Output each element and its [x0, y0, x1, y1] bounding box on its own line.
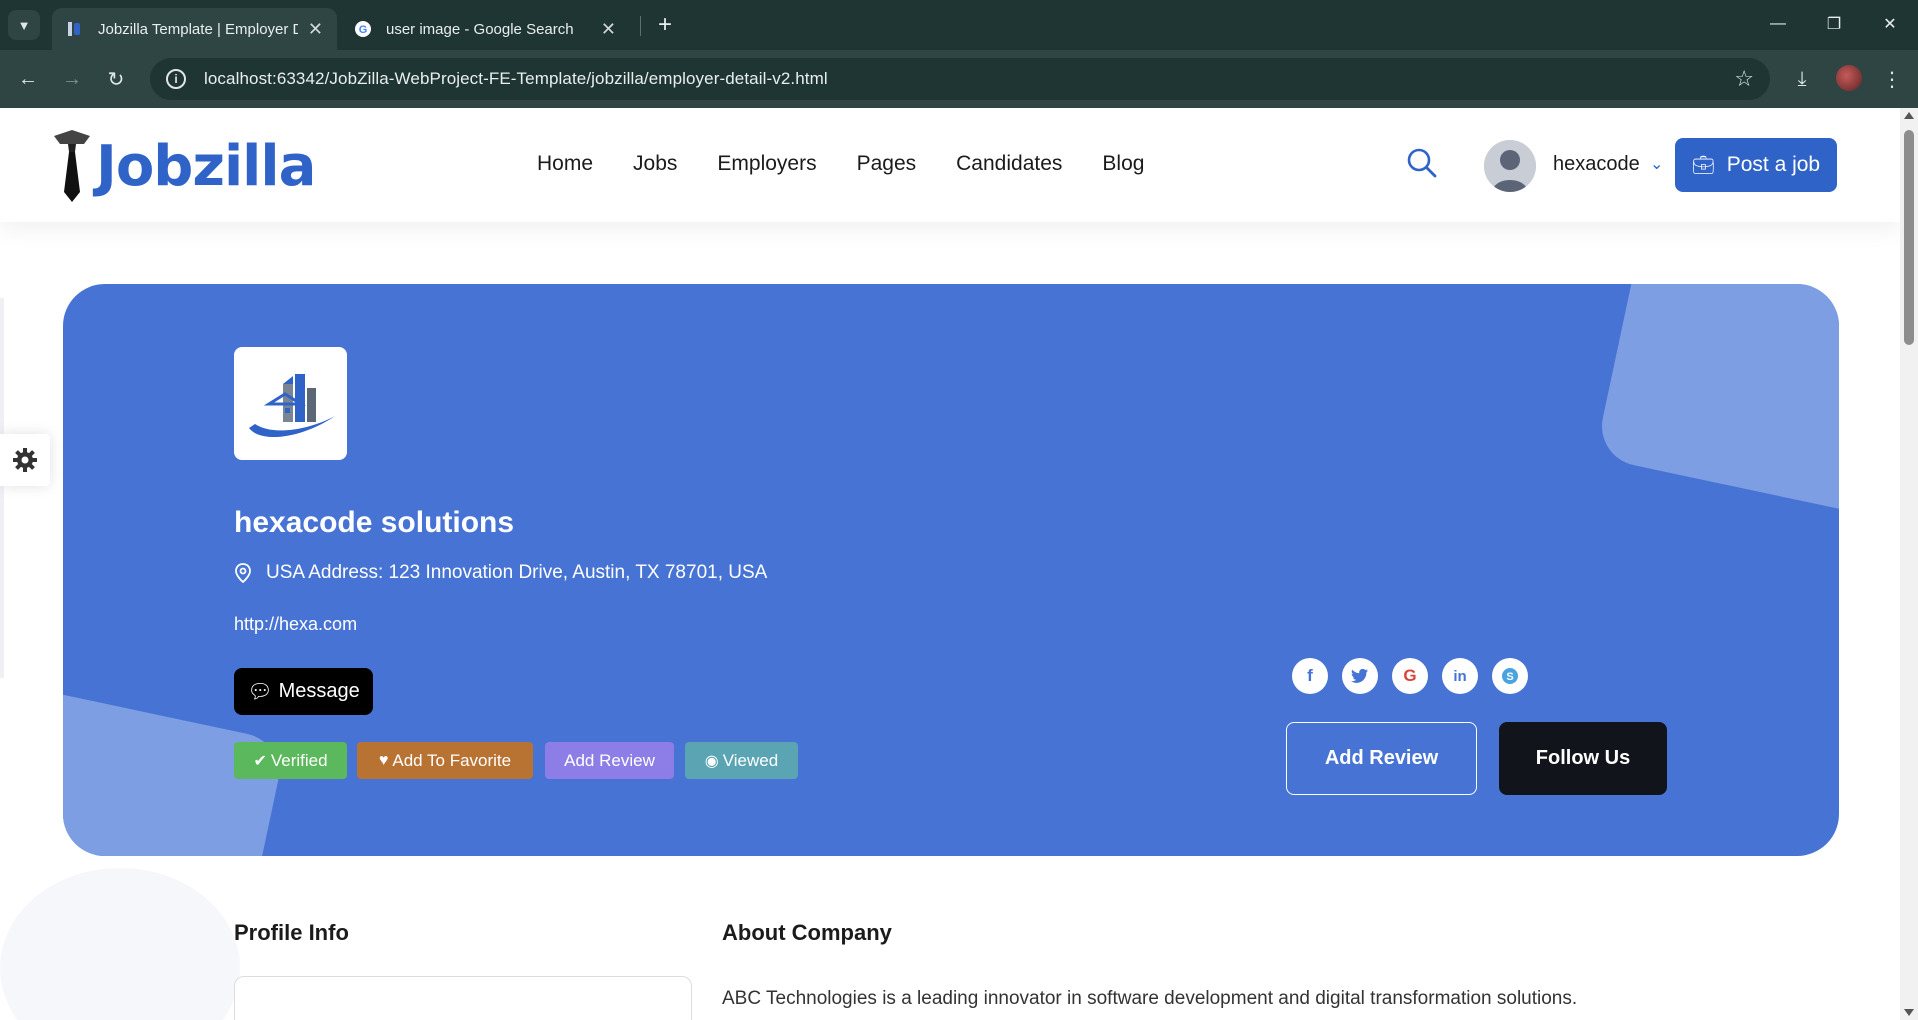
viewed-badge[interactable]: ◉ Viewed: [685, 742, 798, 779]
tab-title: user image - Google Search: [386, 20, 574, 38]
scroll-up-arrow-icon[interactable]: [1904, 112, 1914, 119]
minimize-button[interactable]: —: [1758, 8, 1798, 40]
background-blob: [0, 868, 240, 1020]
decorative-shape: [1594, 284, 1839, 526]
post-job-button[interactable]: 💼︎ Post a job: [1675, 138, 1837, 192]
close-window-button[interactable]: ✕: [1870, 8, 1910, 40]
user-name[interactable]: hexacode: [1553, 153, 1640, 176]
twitter-icon[interactable]: [1342, 658, 1378, 694]
search-icon[interactable]: [1405, 146, 1439, 180]
chevron-down-icon[interactable]: ⌄: [1650, 154, 1663, 174]
browser-profile-avatar[interactable]: [1836, 65, 1862, 91]
company-website-link[interactable]: http://hexa.com: [234, 614, 357, 635]
browser-tab-strip: ▼ Jobzilla Template | Employer De ✕ G us…: [0, 0, 1918, 50]
browser-toolbar: ← → ↻ i localhost:63342/JobZilla-WebProj…: [0, 50, 1918, 108]
site-info-icon[interactable]: i: [166, 69, 186, 89]
restore-button[interactable]: ❐: [1814, 8, 1854, 40]
company-logo: [234, 347, 347, 460]
gear-icon: [13, 448, 37, 472]
company-address: USA Address: 123 Innovation Drive, Austi…: [234, 562, 767, 584]
message-label: Message: [278, 680, 360, 702]
avatar[interactable]: [1484, 140, 1536, 192]
download-icon[interactable]: ⤓: [1786, 63, 1818, 95]
forward-button[interactable]: →: [56, 63, 88, 95]
back-button[interactable]: ←: [12, 63, 44, 95]
check-icon: ✔: [253, 752, 267, 770]
employer-hero-banner: hexacode solutions USA Address: 123 Inno…: [63, 284, 1839, 856]
bookmark-star-icon[interactable]: ☆: [1734, 66, 1754, 92]
verified-badge[interactable]: ✔ Verified: [234, 742, 347, 779]
reload-button[interactable]: ↻: [100, 63, 132, 95]
profile-info-card: [234, 976, 692, 1020]
add-to-favorite-button[interactable]: ♥ Add To Favorite: [357, 742, 533, 779]
add-review-badge-button[interactable]: Add Review: [545, 742, 674, 779]
nav-candidates[interactable]: Candidates: [956, 152, 1062, 176]
address-bar[interactable]: i localhost:63342/JobZilla-WebProject-FE…: [150, 58, 1770, 100]
left-edge-strip: [0, 298, 4, 678]
tab-jobzilla[interactable]: Jobzilla Template | Employer De ✕: [52, 8, 337, 50]
favorite-label: Add To Favorite: [392, 750, 512, 770]
scroll-down-arrow-icon[interactable]: [1904, 1009, 1914, 1016]
follow-us-button[interactable]: Follow Us: [1499, 722, 1667, 795]
scrollbar-thumb[interactable]: [1904, 130, 1914, 345]
post-job-label: Post a job: [1726, 153, 1821, 176]
profile-info-title: Profile Info: [234, 920, 349, 945]
chat-bubble-icon: 💬︎: [247, 681, 273, 703]
tab-search-button[interactable]: ▼: [8, 10, 40, 40]
google-g-icon: G: [355, 21, 371, 37]
skype-logo-icon: S: [1502, 668, 1518, 684]
svg-text:S: S: [1506, 671, 1513, 683]
building-logo-icon: [248, 373, 335, 437]
new-tab-button[interactable]: +: [650, 10, 680, 40]
linkedin-icon[interactable]: in: [1442, 658, 1478, 694]
about-company-title: About Company: [722, 920, 892, 945]
nav-employers[interactable]: Employers: [717, 152, 816, 176]
skype-icon[interactable]: S: [1492, 658, 1528, 694]
briefcase-icon: 💼︎: [1691, 154, 1715, 175]
main-navigation: Home Jobs Employers Pages Candidates Blo…: [537, 152, 1184, 176]
message-button[interactable]: 💬︎ Message: [234, 668, 373, 715]
close-tab-icon[interactable]: ✕: [308, 19, 323, 40]
user-silhouette-icon: [1484, 140, 1536, 192]
google-icon[interactable]: G: [1392, 658, 1428, 694]
nav-pages[interactable]: Pages: [857, 152, 917, 176]
brand-name: Jobzilla: [96, 133, 316, 199]
about-company-text: ABC Technologies is a leading innovator …: [722, 988, 1578, 1009]
nav-jobs[interactable]: Jobs: [633, 152, 677, 176]
jobzilla-favicon-icon: [68, 22, 80, 36]
site-header: Jobzilla Home Jobs Employers Pages Candi…: [0, 108, 1900, 222]
tie-logo-icon: [54, 130, 90, 202]
tab-title: Jobzilla Template | Employer De: [98, 20, 298, 38]
settings-panel-toggle[interactable]: [0, 434, 50, 486]
review-badge-label: Add Review: [564, 750, 655, 770]
url-text: localhost:63342/JobZilla-WebProject-FE-T…: [204, 69, 828, 88]
company-name: hexacode solutions: [234, 506, 515, 539]
page-viewport: Jobzilla Home Jobs Employers Pages Candi…: [0, 108, 1900, 1020]
tab-separator: [640, 16, 641, 36]
eye-icon: ◉: [704, 752, 719, 770]
add-review-button[interactable]: Add Review: [1286, 722, 1477, 795]
tab-google-search[interactable]: G user image - Google Search ✕: [340, 8, 630, 50]
facebook-icon[interactable]: f: [1292, 658, 1328, 694]
twitter-bird-icon: [1351, 668, 1368, 683]
site-logo[interactable]: Jobzilla: [52, 130, 316, 202]
nav-blog[interactable]: Blog: [1102, 152, 1144, 176]
heart-icon: ♥: [378, 751, 389, 769]
browser-menu-icon[interactable]: ⋮: [1876, 63, 1908, 95]
viewed-label: Viewed: [722, 750, 779, 770]
close-tab-icon[interactable]: ✕: [601, 19, 616, 40]
svg-text:G: G: [359, 24, 368, 36]
verified-label: Verified: [270, 750, 328, 770]
map-pin-icon: [235, 563, 251, 583]
address-text: USA Address: 123 Innovation Drive, Austi…: [266, 562, 768, 583]
nav-home[interactable]: Home: [537, 152, 593, 176]
page-scrollbar[interactable]: [1900, 108, 1918, 1020]
